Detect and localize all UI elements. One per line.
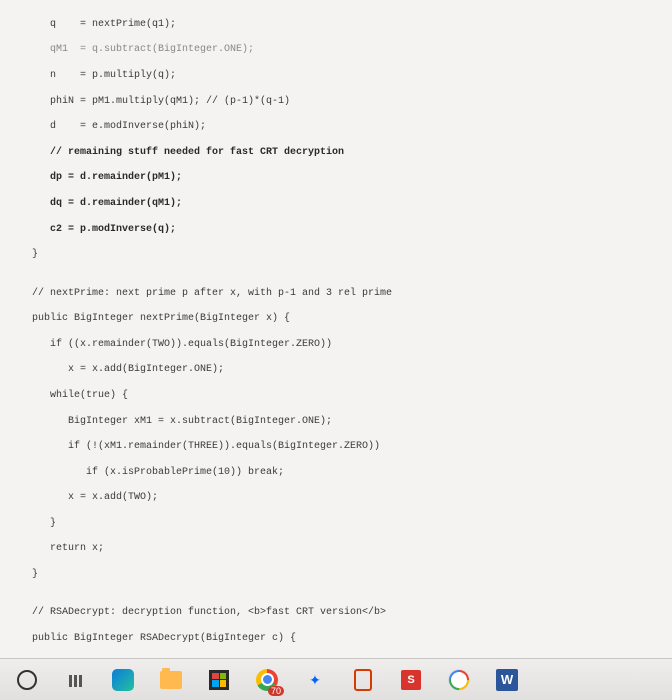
task-view-icon[interactable] bbox=[62, 667, 88, 693]
code-line: public BigInteger RSADecrypt(BigInteger … bbox=[8, 633, 664, 646]
code-line: } bbox=[8, 569, 664, 582]
code-line: dp = d.remainder(pM1); bbox=[8, 172, 664, 185]
code-line: // remaining stuff needed for fast CRT d… bbox=[8, 147, 664, 160]
code-line: if (!(xM1.remainder(THREE)).equals(BigIn… bbox=[8, 441, 664, 454]
windows-taskbar: 70 ✦ S W bbox=[0, 658, 672, 700]
code-line: // nextPrime: next prime p after x, with… bbox=[8, 288, 664, 301]
code-line: BigInteger xM1 = x.subtract(BigInteger.O… bbox=[8, 416, 664, 429]
cortana-icon[interactable] bbox=[14, 667, 40, 693]
code-line: x = x.add(TWO); bbox=[8, 492, 664, 505]
code-line: q = nextPrime(q1); bbox=[8, 19, 664, 32]
microsoft-store-icon[interactable] bbox=[206, 667, 232, 693]
code-line: if (x.isProbablePrime(10)) break; bbox=[8, 467, 664, 480]
chrome-icon[interactable]: 70 bbox=[254, 667, 280, 693]
code-line: dq = d.remainder(qM1); bbox=[8, 198, 664, 211]
code-line: } bbox=[8, 249, 664, 262]
office-icon[interactable] bbox=[350, 667, 376, 693]
file-explorer-icon[interactable] bbox=[158, 667, 184, 693]
edge-icon[interactable] bbox=[110, 667, 136, 693]
code-line: // RSADecrypt: decryption function, <b>f… bbox=[8, 607, 664, 620]
code-line: n = p.multiply(q); bbox=[8, 70, 664, 83]
code-line: d = e.modInverse(phiN); bbox=[8, 121, 664, 134]
code-line: while(true) { bbox=[8, 390, 664, 403]
code-line: qM1 = q.subtract(BigInteger.ONE); bbox=[8, 44, 664, 57]
word-icon[interactable]: W bbox=[494, 667, 520, 693]
code-line: } bbox=[8, 518, 664, 531]
code-line: if ((x.remainder(TWO)).equals(BigInteger… bbox=[8, 339, 664, 352]
google-icon[interactable] bbox=[446, 667, 472, 693]
pdf-reader-icon[interactable]: S bbox=[398, 667, 424, 693]
code-line: return x; bbox=[8, 543, 664, 556]
chrome-badge-count: 70 bbox=[268, 686, 284, 696]
code-document: q = nextPrime(q1); qM1 = q.subtract(BigI… bbox=[0, 0, 672, 658]
dropbox-icon[interactable]: ✦ bbox=[302, 667, 328, 693]
code-line: phiN = pM1.multiply(qM1); // (p-1)*(q-1) bbox=[8, 96, 664, 109]
code-line: c2 = p.modInverse(q); bbox=[8, 224, 664, 237]
code-line: x = x.add(BigInteger.ONE); bbox=[8, 364, 664, 377]
code-line: public BigInteger nextPrime(BigInteger x… bbox=[8, 313, 664, 326]
